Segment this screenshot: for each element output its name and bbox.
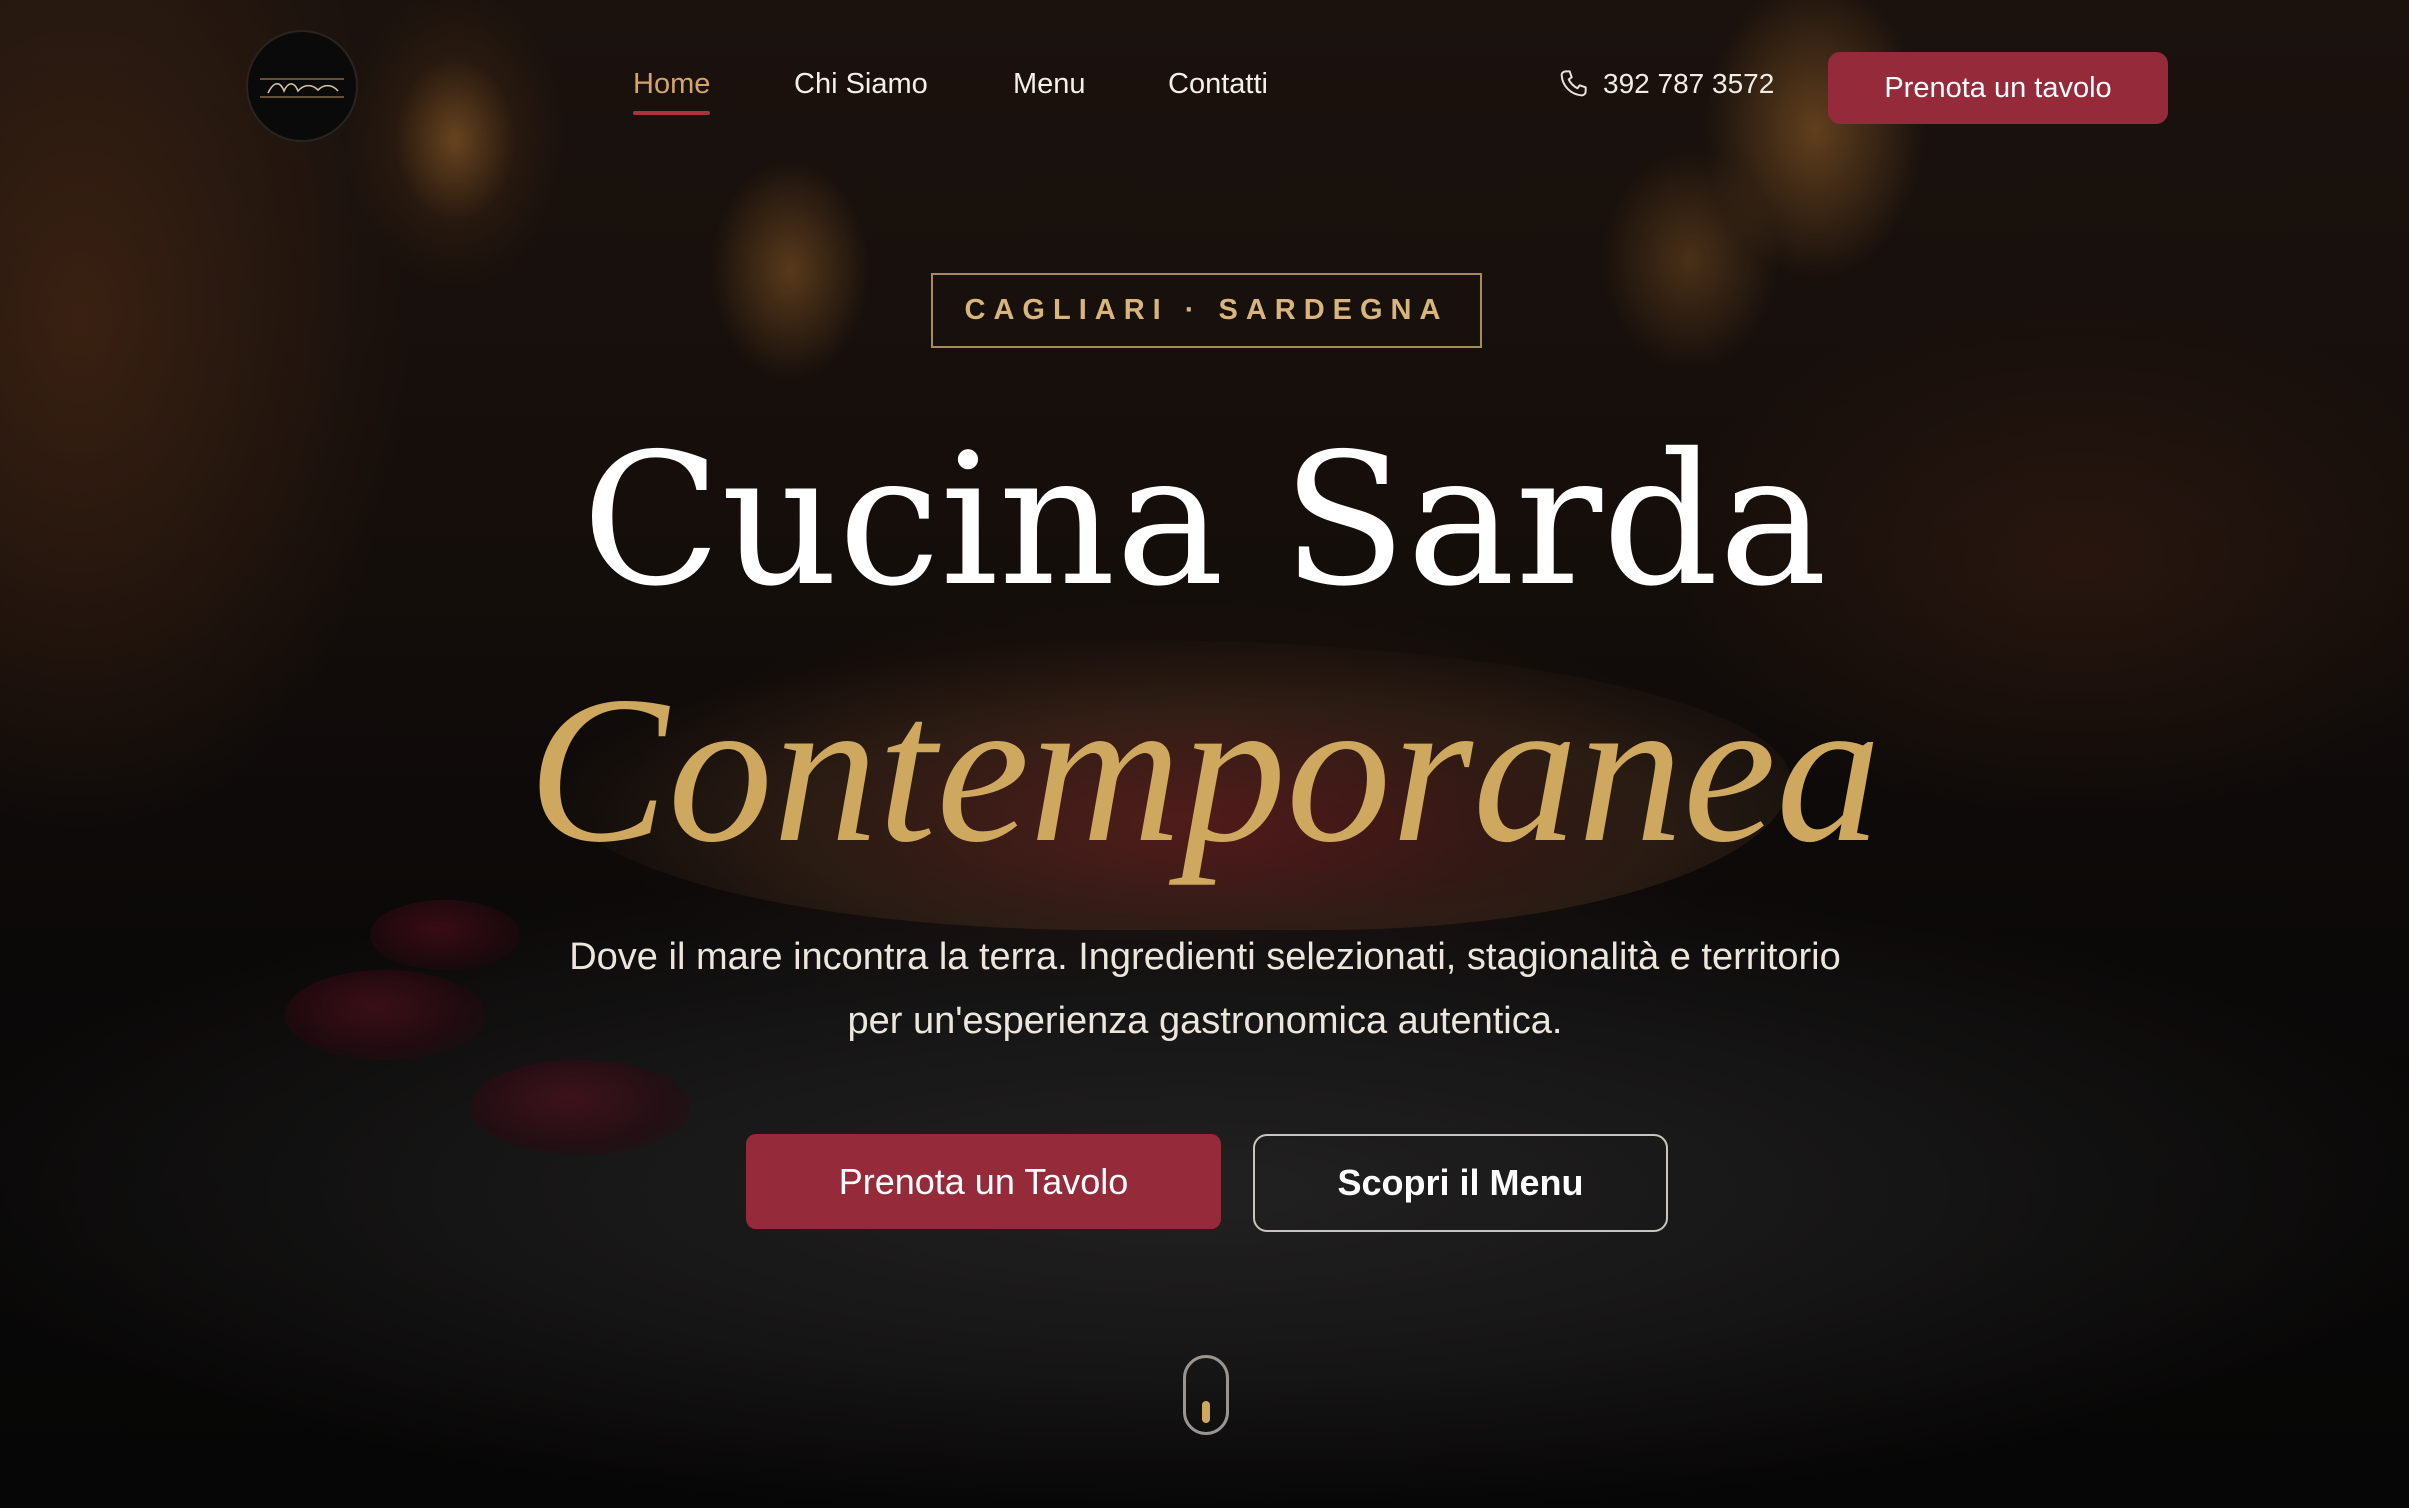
restaurant-logo[interactable] (246, 30, 358, 142)
phone-number: 392 787 3572 (1603, 68, 1775, 99)
scroll-wheel-dot (1202, 1401, 1210, 1423)
location-badge: CAGLIARI · SARDEGNA (931, 273, 1482, 348)
nav-item-menu[interactable]: Menu (1013, 68, 1086, 101)
location-text: CAGLIARI · SARDEGNA (964, 294, 1449, 326)
nav-item-label: Chi Siamo (794, 68, 928, 100)
reserve-table-nav-button[interactable]: Prenota un tavolo (1828, 52, 2168, 124)
hero-section: Home Chi Siamo Menu Contatti 392 787 357… (0, 0, 2409, 1508)
hero-title: Cucina Sarda (581, 414, 1828, 626)
phone-link[interactable]: 392 787 3572 (1557, 68, 1774, 100)
button-label: Scopri il Menu (1337, 1162, 1584, 1203)
phone-icon (1560, 70, 1587, 97)
discover-menu-button[interactable]: Scopri il Menu (1253, 1134, 1668, 1232)
scroll-down-indicator[interactable] (1183, 1355, 1229, 1435)
nav-item-chi-siamo[interactable]: Chi Siamo (794, 68, 928, 101)
nav-item-contatti[interactable]: Contatti (1168, 68, 1268, 101)
nav-active-underline (633, 111, 711, 115)
logo-script-mark (260, 78, 344, 98)
nav-item-home[interactable]: Home (633, 68, 711, 115)
nav-item-label: Home (633, 68, 711, 100)
button-label: Prenota un Tavolo (838, 1160, 1129, 1202)
hero-subtitle: Dove il mare incontra la terra. Ingredie… (569, 936, 1841, 1042)
button-label: Prenota un tavolo (1884, 71, 2112, 104)
nav-item-label: Contatti (1168, 68, 1268, 100)
reserve-table-button[interactable]: Prenota un Tavolo (746, 1134, 1221, 1229)
hero-title-accent: Contemporanea (527, 654, 1882, 886)
nav-item-label: Menu (1013, 68, 1086, 100)
